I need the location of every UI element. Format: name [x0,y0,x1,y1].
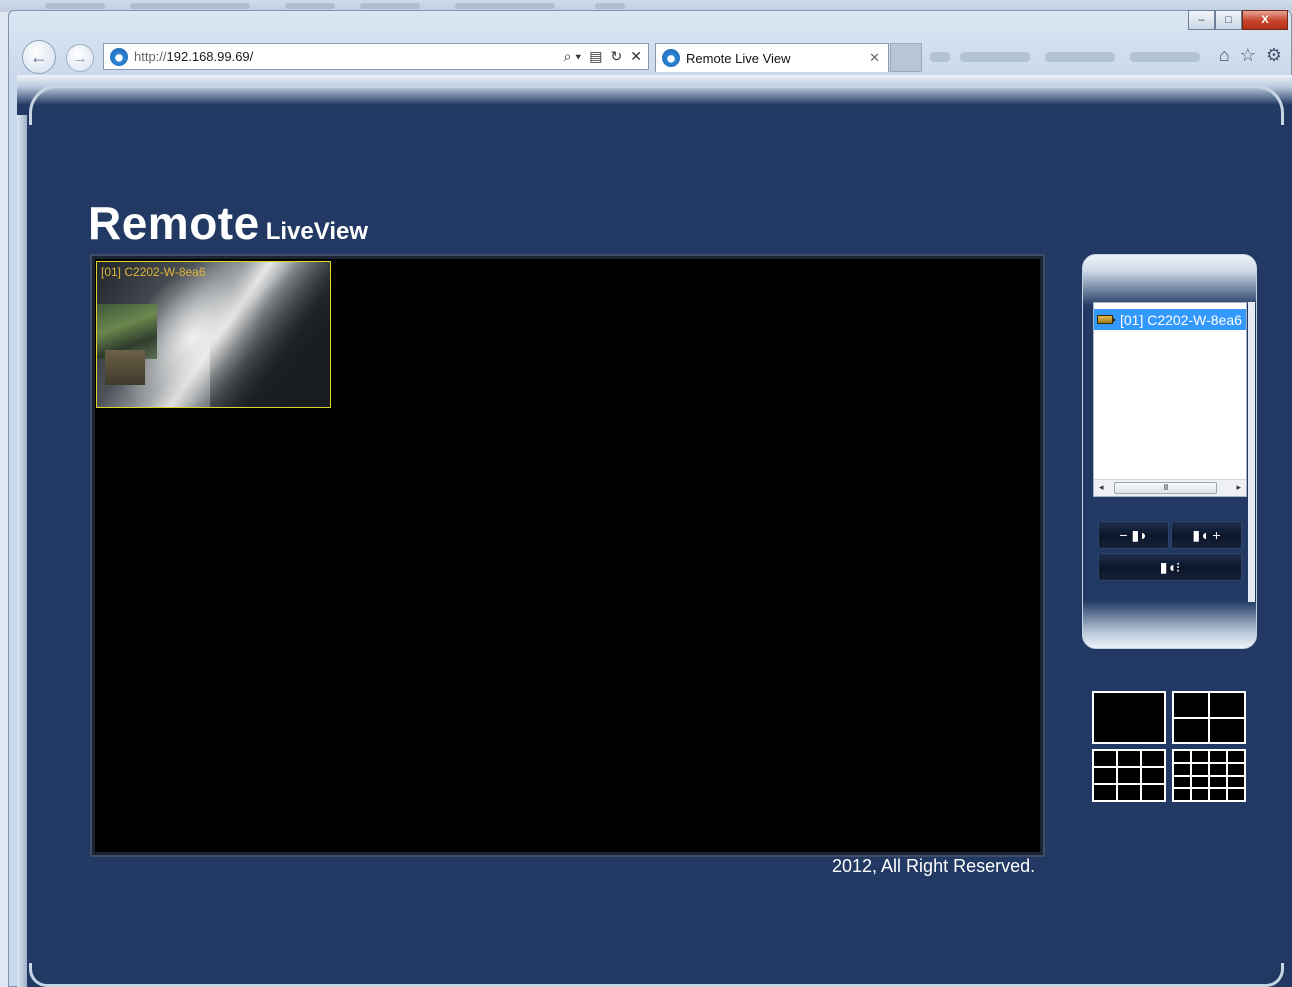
close-window-button[interactable]: X [1242,10,1288,30]
search-icon[interactable]: ⌕ ▾ [564,48,582,65]
camera-list-item-label: [01] C2202-W-8ea6 [1120,311,1242,328]
layout-16-button[interactable] [1172,749,1246,802]
scrollbar-thumb[interactable]: III [1114,482,1217,494]
window-controls: – □ X [1188,10,1288,30]
volume-up-button[interactable]: ▮◖ + [1171,521,1242,549]
volume-up-icon: ▮◖ + [1192,526,1221,543]
favorites-star-icon[interactable]: ☆ [1240,45,1256,66]
back-arrow-icon: ← [30,46,48,67]
compatibility-view-icon[interactable]: ▤ [589,48,602,65]
camera-video-tile[interactable]: [01] C2202-W-8ea6 [96,261,331,408]
blurred-favorite [1045,52,1115,62]
video-frame-object [105,350,145,385]
ie-tab-icon: e [662,49,680,67]
blurred-menu-item [130,3,250,9]
tab-close-icon[interactable]: ✕ [869,50,880,66]
browser-toolbar-icons: ⌂ ☆ ⚙ [1219,45,1282,66]
camera-list-scrollbar[interactable]: ◂ III ▸ [1094,479,1246,496]
blurred-menu-item [595,3,625,9]
channel-label: [01] C2202-W-8ea6 [101,265,206,279]
maximize-button[interactable]: □ [1215,10,1242,30]
mute-button[interactable]: ▮◖⁝ [1098,553,1242,581]
forward-button[interactable]: → [66,44,94,72]
page-title-main: Remote [88,197,260,249]
minimize-button[interactable]: – [1188,10,1215,30]
blurred-favorite [1130,52,1200,62]
camera-list[interactable] [1093,302,1247,497]
camera-list-item[interactable]: [01] C2202-W-8ea6 [1094,309,1246,330]
speaker-icon: ▮◖⁝ [1159,558,1181,575]
refresh-icon[interactable]: ↻ [611,48,623,65]
address-host: 192.168.99.69/ [166,49,254,64]
forward-arrow-icon: → [72,49,88,67]
blurred-menu-item [455,3,555,9]
stop-icon[interactable]: ✕ [630,48,642,65]
layout-1-button[interactable] [1092,691,1166,744]
new-tab-button[interactable] [890,43,922,72]
frame-left-bevel [17,115,27,987]
page-title-sub: LiveView [265,218,368,245]
volume-down-button[interactable]: − ▮◗ [1098,521,1169,549]
blurred-menu-item [285,3,335,9]
back-button[interactable]: ← [22,40,56,74]
copyright-text: 2012, All Right Reserved. [832,856,1036,876]
blurred-favorite [960,52,1030,62]
page-title: Remote LiveView [88,196,368,250]
address-protocol: http:// [134,49,167,64]
blurred-menu-item [360,3,420,9]
camera-icon [1097,315,1116,324]
tab-remote-live-view[interactable]: e Remote Live View ✕ [655,43,889,72]
blurred-menu-item [45,3,105,9]
address-text[interactable]: http://192.168.99.69/ [134,49,253,64]
panel-scroll-strip [1248,302,1255,602]
frame-top-border [29,85,1284,125]
blurred-favorite [930,52,950,62]
layout-4-button[interactable] [1172,691,1246,744]
scroll-left-icon[interactable]: ◂ [1099,482,1104,493]
video-frame-shadow [210,262,330,407]
layout-9-button[interactable] [1092,749,1166,802]
tools-gear-icon[interactable]: ⚙ [1266,45,1282,66]
scroll-right-icon[interactable]: ▸ [1236,482,1241,493]
volume-down-icon: − ▮◗ [1119,526,1148,543]
address-tools: ⌕ ▾ ▤ ↻ ✕ [564,48,642,65]
home-icon[interactable]: ⌂ [1219,45,1230,66]
frame-bottom-border [29,963,1284,987]
address-bar[interactable]: e http://192.168.99.69/ ⌕ ▾ ▤ ↻ ✕ [103,43,649,70]
ie-page-icon: e [110,47,128,66]
tab-title: Remote Live View [686,50,791,66]
